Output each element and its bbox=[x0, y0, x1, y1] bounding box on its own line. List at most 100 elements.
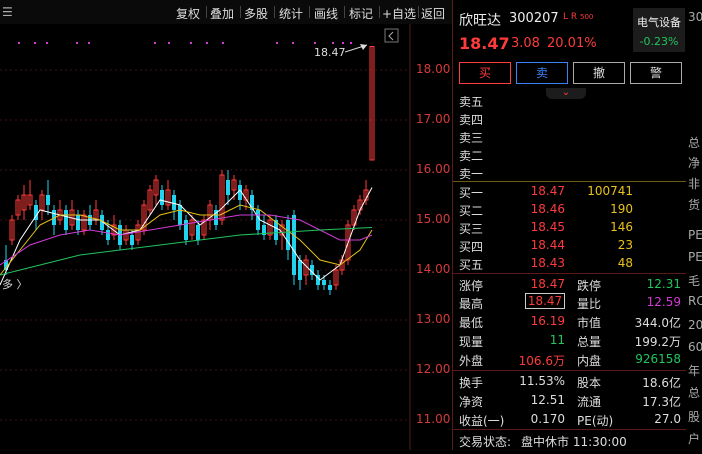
bid-5-label: 买五 bbox=[459, 258, 484, 272]
toolbar-divider bbox=[206, 6, 207, 18]
stock-code: 300207 bbox=[509, 11, 559, 26]
edge-text: 毛 bbox=[688, 274, 701, 288]
candle-body bbox=[130, 235, 134, 245]
signal-dot bbox=[154, 42, 156, 44]
stats-divider bbox=[453, 370, 687, 371]
outer-disk-value: 106.6万 bbox=[518, 354, 565, 368]
ask-2-label: 卖二 bbox=[459, 149, 484, 163]
current-volume-value: 11 bbox=[549, 333, 565, 347]
y-tick-label: 11.00 bbox=[416, 412, 451, 426]
toolbar-divider bbox=[418, 6, 419, 18]
bid-4-label: 买四 bbox=[459, 240, 484, 254]
turnover-label: 换手 bbox=[459, 376, 484, 390]
edge-text: 净 bbox=[688, 156, 701, 170]
collapse-icon[interactable] bbox=[384, 28, 400, 44]
sell-button[interactable]: 卖 bbox=[516, 62, 568, 84]
trade-status-value: 盘中休市 11:30:00 bbox=[521, 435, 627, 449]
current-price: 18.47 bbox=[459, 34, 510, 53]
signal-dot bbox=[292, 42, 294, 44]
price-marker-arrow-icon bbox=[345, 44, 368, 53]
eps-label: 收益(一) bbox=[459, 414, 505, 428]
bid-4-volume: 23 bbox=[617, 238, 633, 252]
pe-dynamic-label: PE(动) bbox=[577, 414, 614, 428]
buy-button[interactable]: 买 bbox=[459, 62, 511, 84]
price-change: 3.08 bbox=[511, 36, 540, 51]
toolbar-divider bbox=[309, 6, 310, 18]
signal-dot bbox=[342, 42, 344, 44]
y-tick-label: 17.00 bbox=[416, 112, 451, 126]
bid-2-volume: 190 bbox=[610, 202, 633, 216]
menu-icon[interactable]: ☰ bbox=[2, 5, 13, 19]
stock-flags: L R bbox=[563, 12, 578, 22]
mark-button[interactable]: 标记 bbox=[349, 5, 373, 22]
alert-button[interactable]: 警 bbox=[630, 62, 682, 84]
bid-2-price: 18.46 bbox=[530, 202, 565, 216]
sector-change: -0.23% bbox=[639, 35, 679, 48]
ask-1-label: 卖一 bbox=[459, 167, 484, 181]
status-divider bbox=[453, 429, 687, 430]
expand-order-book-icon[interactable]: ⌄ bbox=[546, 88, 586, 99]
candle-body bbox=[196, 225, 200, 240]
signal-dot bbox=[276, 42, 278, 44]
total-volume-label: 总量 bbox=[577, 335, 602, 349]
y-tick-label: 15.00 bbox=[416, 212, 451, 226]
edge-text: PE bbox=[688, 250, 702, 264]
limit-up-label: 涨停 bbox=[459, 279, 484, 293]
signal-dot bbox=[332, 42, 334, 44]
restore-rights-button[interactable]: 复权 bbox=[176, 5, 200, 22]
volume-ratio-value: 12.59 bbox=[646, 295, 681, 309]
eps-value: 0.170 bbox=[530, 412, 565, 426]
overlay-button[interactable]: 叠加 bbox=[210, 5, 234, 22]
market-cap-label: 市值 bbox=[577, 316, 602, 330]
draw-line-button[interactable]: 画线 bbox=[314, 5, 338, 22]
net-assets-value: 12.51 bbox=[530, 393, 565, 407]
ask-3-label: 卖三 bbox=[459, 131, 484, 145]
inner-disk-value: 926158 bbox=[635, 352, 681, 366]
high-value: 18.47 bbox=[525, 293, 565, 309]
signal-dot bbox=[18, 42, 20, 44]
toolbar-divider bbox=[240, 6, 241, 18]
y-tick-label: 18.00 bbox=[416, 62, 451, 76]
candle-body bbox=[76, 215, 80, 230]
total-volume-value: 199.2万 bbox=[634, 335, 681, 349]
kline-chart[interactable]: 多 〉 18.47 18.00 17.00 16.00 15.00 14.00 … bbox=[0, 24, 452, 450]
stats-divider bbox=[453, 273, 687, 274]
net-assets-label: 净资 bbox=[459, 395, 484, 409]
statistics-button[interactable]: 统计 bbox=[279, 5, 303, 22]
add-watchlist-button[interactable]: +自选 bbox=[382, 5, 416, 22]
volume-ratio-label: 量比 bbox=[577, 297, 602, 311]
candle-body bbox=[160, 190, 164, 205]
order-book-divider bbox=[453, 181, 687, 182]
y-tick-label: 14.00 bbox=[416, 262, 451, 276]
share-capital-value: 18.6亿 bbox=[642, 376, 681, 390]
ask-5-label: 卖五 bbox=[459, 95, 484, 109]
candle-body bbox=[184, 220, 188, 240]
limit-down-label: 跌停 bbox=[577, 279, 602, 293]
edge-text: 货 bbox=[688, 198, 701, 212]
signal-dot bbox=[76, 42, 78, 44]
price-change-pct: 20.01% bbox=[547, 36, 597, 51]
edge-text: 年 bbox=[688, 364, 701, 378]
back-button[interactable]: 返回 bbox=[421, 5, 445, 22]
cancel-order-button[interactable]: 撤 bbox=[573, 62, 625, 84]
toolbar-divider bbox=[344, 6, 345, 18]
limit-up-value: 18.47 bbox=[530, 277, 565, 291]
edge-text: 总 bbox=[688, 136, 701, 150]
candle-body bbox=[178, 205, 182, 225]
bid-1-label: 买一 bbox=[459, 186, 484, 200]
current-volume-label: 现量 bbox=[459, 335, 484, 349]
sector-box[interactable]: 电气设备 -0.23% bbox=[633, 8, 685, 52]
bid-5-price: 18.43 bbox=[530, 256, 565, 270]
chart-toolbar: ☰ 复权 叠加 多股 统计 画线 标记 +自选 返回 bbox=[0, 0, 452, 24]
bid-2-label: 买二 bbox=[459, 204, 484, 218]
candle-body bbox=[64, 210, 68, 230]
trade-status-label: 交易状态: bbox=[459, 435, 512, 449]
quote-panel: 欣旺达 300207 L R 500 18.47 3.08 20.01% 电气设… bbox=[452, 0, 687, 450]
candle-body bbox=[328, 285, 332, 290]
limit-down-value: 12.31 bbox=[646, 277, 681, 291]
y-tick-label: 13.00 bbox=[416, 312, 451, 326]
edge-text: RO bbox=[688, 294, 702, 308]
multi-stock-button[interactable]: 多股 bbox=[244, 5, 268, 22]
float-shares-label: 流通 bbox=[577, 395, 602, 409]
candle-body bbox=[226, 180, 230, 195]
